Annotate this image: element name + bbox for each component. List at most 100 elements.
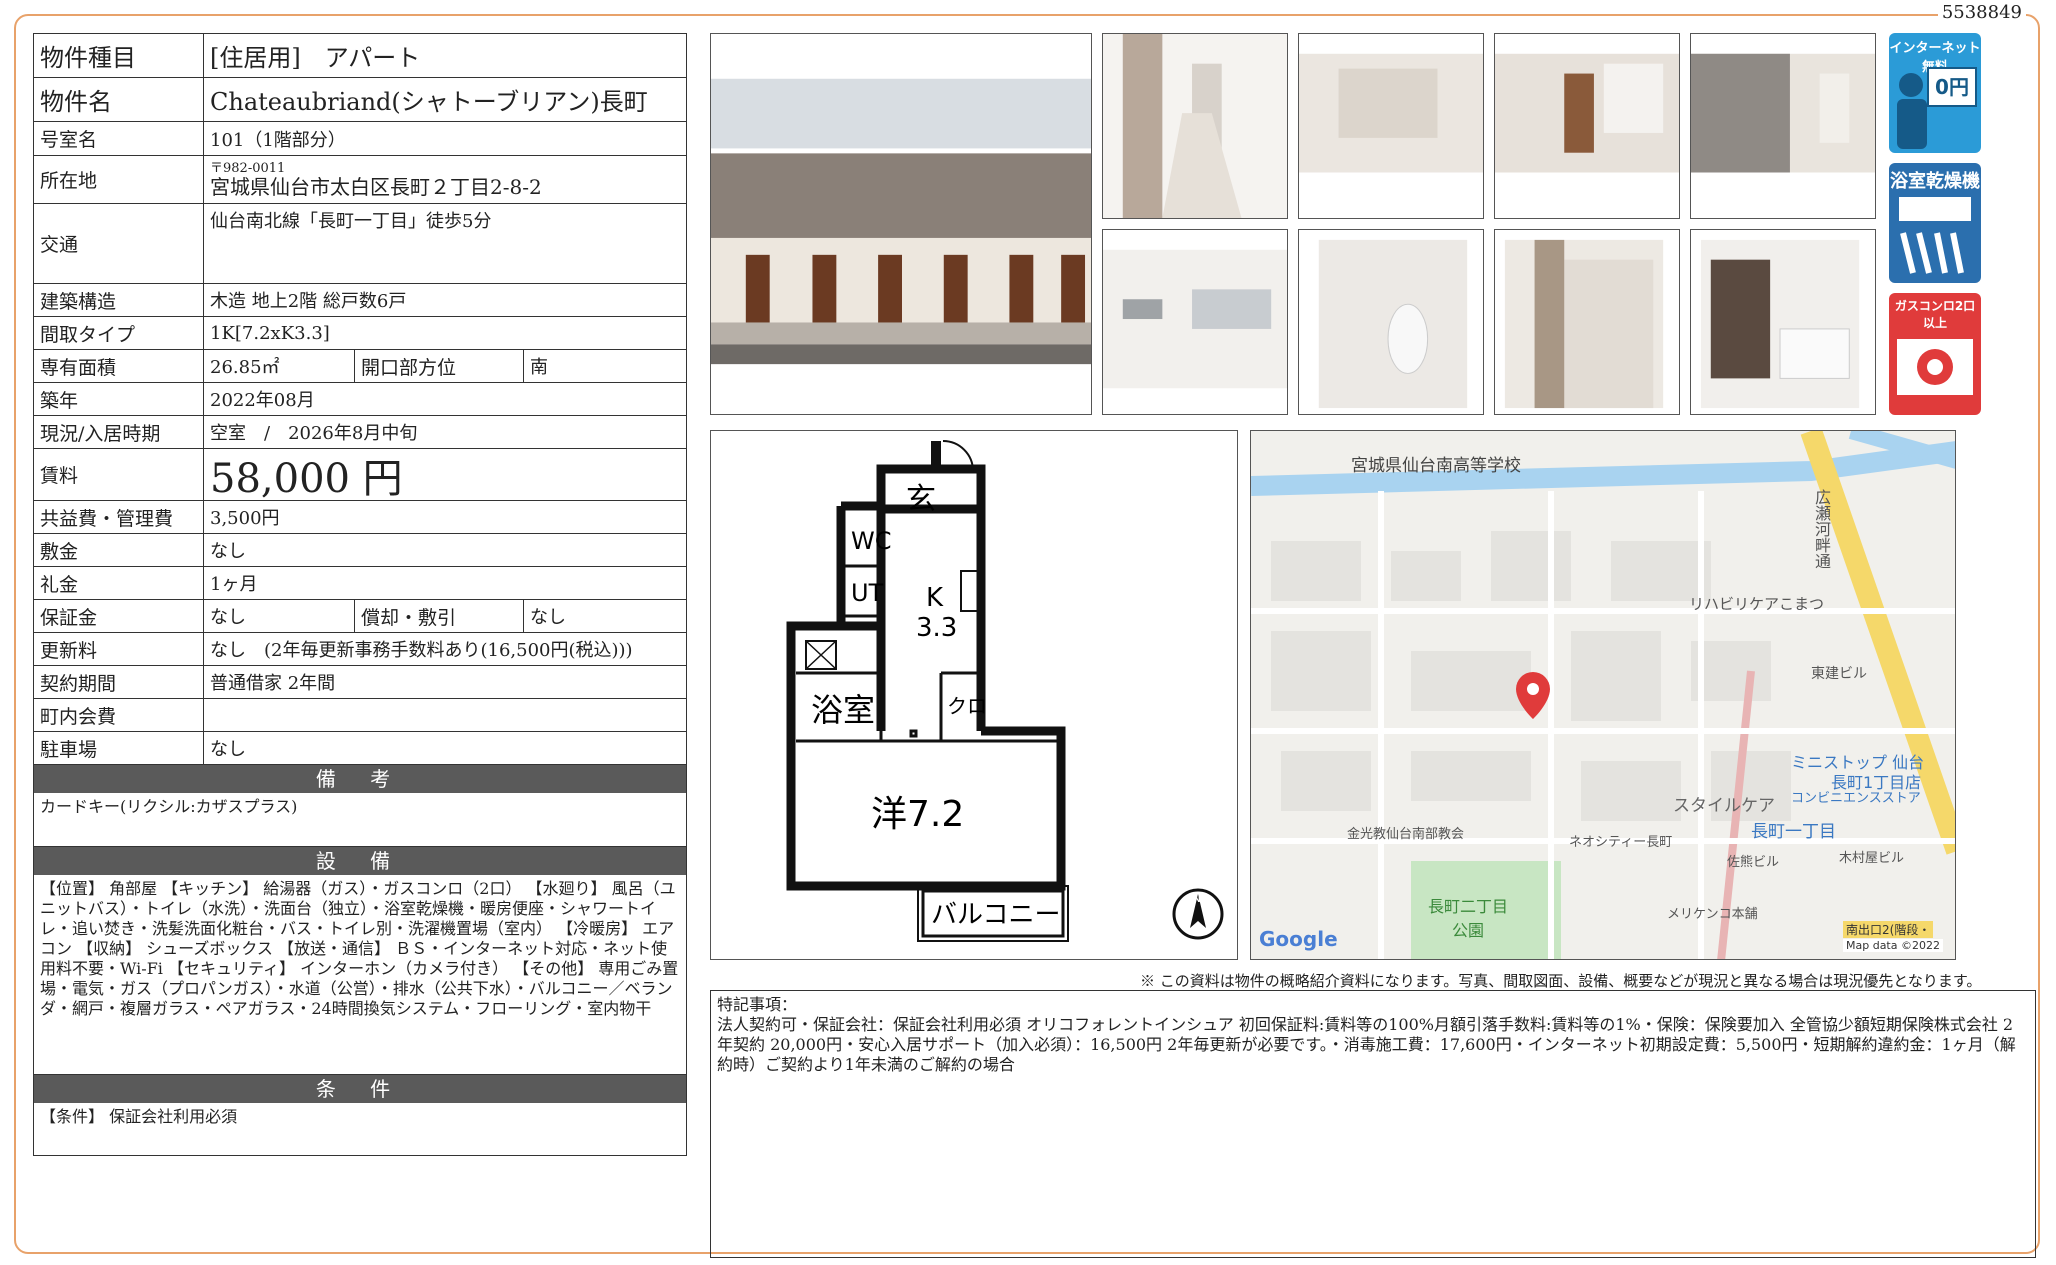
equipment-heading: 設 備	[34, 847, 686, 875]
internet-free-badge: インターネット無料 0円	[1889, 33, 1981, 153]
map-label-sasaki: 佐熊ビル	[1727, 855, 1780, 870]
row-type: 物件種目 [住居用] アパート	[34, 34, 686, 78]
wc-label: WC	[851, 527, 892, 555]
interior-photo-closet	[1494, 229, 1680, 415]
map-label-conv: コンビニエンスストア	[1791, 791, 1921, 806]
interior-photo-room-1	[1298, 33, 1484, 219]
value	[204, 699, 686, 731]
row-guarantee: 保証金 なし 償却・敷引 なし	[34, 600, 686, 633]
row-parking: 駐車場 なし	[34, 732, 686, 765]
label: 共益費・管理費	[34, 501, 204, 533]
equipment-body: 【位置】 角部屋 【キッチン】 給湯器（ガス）・ガスコンロ（2口） 【水廻り】 …	[34, 875, 686, 1075]
map-label-station[interactable]: 長町一丁目	[1751, 817, 1836, 842]
row-contract: 契約期間 普通借家 2年間	[34, 666, 686, 699]
label: 敷金	[34, 534, 204, 566]
map-label-care: リハビリケアこまつ	[1689, 595, 1825, 613]
document-id: 5538849	[1937, 2, 2026, 23]
label: 賃料	[34, 449, 204, 500]
value: なし	[210, 739, 246, 760]
row-renewal: 更新料 なし (2年毎更新事務手数料あり(16,500円(税込)))	[34, 633, 686, 666]
interior-photo-toilet	[1298, 229, 1484, 415]
row-built: 築年 2022年08月	[34, 383, 686, 416]
value: 普通借家 2年間	[210, 673, 336, 694]
label: 礼金	[34, 567, 204, 599]
label: 開口部方位	[354, 350, 524, 382]
map-label-park: 長町二丁目公園	[1427, 897, 1508, 940]
value: Chateaubriand(シャトーブリアン)長町	[210, 88, 648, 116]
value: 1K[7.2xK3.3]	[210, 322, 330, 344]
property-table: 物件種目 [住居用] アパート 物件名 Chateaubriand(シャトーブリ…	[33, 33, 687, 1156]
value: なし (2年毎更新事務手数料あり(16,500円(税込)))	[210, 640, 633, 661]
interior-photo-room-2	[1494, 33, 1680, 219]
value: 2022年08月	[210, 390, 315, 411]
row-status: 現況/入居時期 空室 / 2026年8月中旬	[34, 416, 686, 449]
value: なし	[210, 607, 246, 628]
bathroom-dryer-badge: 浴室乾燥機	[1889, 163, 1981, 283]
map-label-building: 東建ビル	[1811, 666, 1867, 682]
label: 専有面積	[34, 350, 204, 382]
kitchen-label: K	[926, 583, 944, 613]
label: 保証金	[34, 600, 204, 632]
map-label-kimura: 木村屋ビル	[1839, 851, 1905, 866]
person-icon	[1897, 73, 1927, 149]
closet-label: クロ	[947, 694, 987, 718]
label: 号室名	[34, 122, 204, 155]
value: なし	[210, 541, 246, 562]
row-fee: 共益費・管理費 3,500円	[34, 501, 686, 534]
interior-photo-sink	[1102, 229, 1288, 415]
label: 契約期間	[34, 666, 204, 698]
value: 3,500円	[210, 508, 280, 529]
row-access: 交通 仙台南北線「長町一丁目」徒歩5分	[34, 204, 686, 284]
map-label-style: スタイルケア	[1673, 796, 1775, 816]
value: 26.85㎡	[210, 357, 280, 378]
value: 木造 地上2階 総戸数6戸	[210, 291, 407, 312]
ut-label: UT	[851, 579, 884, 607]
label: 償却・敷引	[354, 600, 524, 632]
value: 空室 / 2026年8月中旬	[210, 423, 418, 444]
entrance-label: 玄	[906, 482, 936, 517]
label: 建築構造	[34, 284, 204, 316]
label: 所在地	[34, 156, 204, 203]
value: 101（1階部分）	[210, 129, 346, 151]
value: 仙台南北線「長町一丁目」徒歩5分	[210, 211, 492, 232]
value: 〒982-0011 宮城県仙台市太白区長町２丁目2-8-2	[204, 156, 686, 203]
map-attribution: Map data ©2022	[1843, 939, 1943, 952]
map-label-neocity: ネオシティー長町	[1569, 835, 1673, 850]
balcony-label: バルコニー	[931, 900, 1060, 930]
clothes-dryer-icon	[1899, 197, 1971, 274]
row-address: 所在地 〒982-0011 宮城県仙台市太白区長町２丁目2-8-2	[34, 156, 686, 204]
label: 町内会費	[34, 699, 204, 731]
north-label: N	[1192, 891, 1201, 905]
label: 駐車場	[34, 732, 204, 764]
value: [住居用] アパート	[210, 44, 421, 72]
badge-label: 浴室乾燥機	[1890, 171, 1980, 192]
row-room: 号室名 101（1階部分）	[34, 122, 686, 156]
interior-photo-kitchen-hall	[1102, 33, 1288, 219]
special-remarks-heading: 特記事項：	[717, 995, 798, 1014]
google-logo: Google	[1259, 927, 1338, 951]
room-label: 洋7.2	[871, 794, 964, 835]
special-remarks: 特記事項： 法人契約可・保証会社：保証会社利用必須 オリコフォレントインシュア …	[710, 990, 2036, 1258]
conditions-body: 【条件】 保証会社利用必須	[40, 1107, 238, 1126]
interior-photo-bathroom	[1690, 229, 1876, 415]
address: 宮城県仙台市太白区長町２丁目2-8-2	[210, 175, 542, 199]
map-background	[1251, 431, 1955, 959]
label: 築年	[34, 383, 204, 415]
interior-photo-room-3	[1690, 33, 1876, 219]
gas-stove-badge: ガスコンロ2口以上	[1889, 293, 1981, 415]
rent-value: 58,000 円	[210, 455, 403, 502]
label: 間取タイプ	[34, 317, 204, 349]
special-remarks-body: 法人契約可・保証会社：保証会社利用必須 オリコフォレントインシュア 初回保証料:…	[717, 1015, 2016, 1074]
conditions-heading: 条 件	[34, 1075, 686, 1103]
floor-plan-panel: 玄 WC UT K 3.3 浴室 クロ 洋7.2 バルコニー N	[710, 430, 1238, 960]
value: なし	[530, 607, 566, 628]
row-area: 専有面積 26.85㎡ 開口部方位 南	[34, 350, 686, 383]
map-label-school: 宮城県仙台南高等学校	[1351, 456, 1521, 476]
row-structure: 建築構造 木造 地上2階 総戸数6戸	[34, 284, 686, 317]
label: 更新料	[34, 633, 204, 665]
disclaimer-note: ※ この資料は物件の概略紹介資料になります。写真、間取図面、設備、概要などが現況…	[1140, 972, 1982, 990]
location-map[interactable]: 宮城県仙台南高等学校 広瀬河畔通 リハビリケアこまつ 東建ビル ミニストップ 仙…	[1250, 430, 1956, 960]
row-deposit: 敷金 なし	[34, 534, 686, 567]
value: 1ヶ月	[210, 574, 258, 595]
label: 物件名	[34, 78, 204, 121]
